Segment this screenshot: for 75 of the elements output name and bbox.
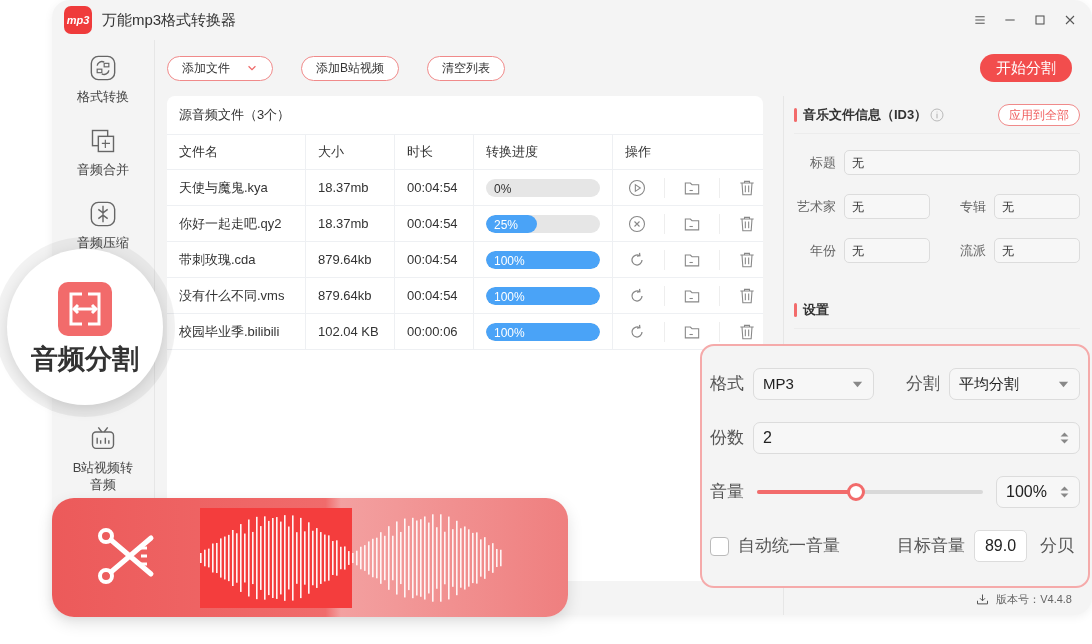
panel-title: 源音频文件（3个）: [178, 106, 292, 125]
field-label: 目标音量: [897, 535, 965, 558]
table-cell-text: 00:04:54: [407, 178, 458, 197]
field-label: 流派: [959, 241, 986, 260]
table-cell-text: 你好一起走吧.qy2: [179, 214, 282, 233]
table-cell-text: 18.37mb: [318, 214, 369, 233]
play-icon[interactable]: [627, 177, 647, 198]
sidebar-item[interactable]: 音频压缩: [65, 200, 141, 251]
column-header: 文件名: [179, 143, 218, 162]
number-field[interactable]: 89.0: [974, 530, 1027, 562]
field-label: 音量: [710, 481, 744, 504]
sidebar-item[interactable]: B站视频转音频: [65, 425, 141, 493]
field-label: 格式: [710, 373, 744, 396]
toolbar-button[interactable]: 添加B站视频: [301, 55, 399, 81]
table-cell-text: 18.37mb: [318, 178, 369, 197]
table-cell-text: 879.64kb: [318, 250, 372, 269]
sidebar-item[interactable]: 音频合并: [65, 127, 141, 178]
table-cell-text: 879.64kb: [318, 286, 372, 305]
compress-icon: [89, 200, 117, 228]
spinner-arrows-icon[interactable]: [1059, 430, 1070, 446]
table-cell-text: 00:00:06: [407, 322, 458, 341]
table-cell-text: 00:04:54: [407, 214, 458, 233]
progress-text: 0%: [493, 181, 513, 196]
text-field[interactable]: 无: [844, 238, 930, 263]
progress-text: 25%: [493, 217, 520, 232]
cancel-icon[interactable]: [627, 213, 647, 234]
progress-text: 100%: [493, 253, 526, 268]
table-cell-text: 00:04:54: [407, 250, 458, 269]
table-cell-text: 校园毕业季.bilibili: [179, 322, 280, 341]
convert-icon: [89, 54, 117, 82]
table-cell-text: 带刺玫瑰.cda: [179, 250, 256, 269]
split-icon: [58, 281, 112, 336]
table-cell-text: 天使与魔鬼.kya: [179, 178, 268, 197]
text-field[interactable]: 无: [994, 238, 1080, 263]
add-file-dropdown[interactable]: 添加文件: [167, 55, 273, 81]
slider-thumb[interactable]: [847, 483, 866, 501]
field-label: 年份: [809, 241, 836, 260]
version-label: 版本号：V4.4.8: [996, 591, 1072, 607]
field-label: 艺术家: [796, 197, 836, 216]
checkbox[interactable]: [710, 536, 729, 556]
field-label: 标题: [809, 153, 836, 172]
field-label: 份数: [710, 427, 744, 450]
table-cell-text: 102.04 KB: [318, 322, 379, 341]
number-field[interactable]: 100%: [996, 476, 1080, 508]
sidebar-item[interactable]: 音频分割: [7, 249, 163, 405]
field-label: 分割: [906, 373, 940, 396]
section-title: 设置: [803, 300, 829, 319]
app-logo: mp3: [64, 6, 92, 34]
column-header: 大小: [318, 143, 344, 162]
text-field[interactable]: 无: [994, 194, 1080, 219]
section-marker: [794, 302, 797, 317]
progress-text: 100%: [493, 289, 526, 304]
dropdown[interactable]: MP3: [753, 368, 874, 400]
start-button[interactable]: 开始分割: [980, 54, 1072, 82]
table-cell-text: 没有什么不同.vms: [179, 286, 285, 305]
table-cell-text: 00:04:54: [407, 286, 458, 305]
number-field[interactable]: 2: [753, 422, 1080, 454]
column-header: 时长: [407, 143, 433, 162]
section-marker: [794, 107, 797, 122]
column-header: 转换进度: [486, 143, 538, 162]
dropdown[interactable]: 平均分割: [949, 368, 1080, 400]
progress-text: 100%: [493, 325, 526, 340]
sidebar-item[interactable]: 格式转换: [65, 54, 141, 105]
spinner-arrows-icon[interactable]: [1059, 484, 1070, 500]
checkbox-label: 自动统一音量: [738, 535, 840, 558]
section-title: 音乐文件信息（ID3）: [803, 105, 928, 124]
text-field[interactable]: 无: [844, 194, 930, 219]
window-title: 万能mp3格式转换器: [102, 9, 237, 30]
toolbar-button[interactable]: 清空列表: [427, 55, 505, 81]
unit-label: 分贝: [1040, 535, 1074, 558]
merge-icon: [89, 127, 117, 155]
text-field[interactable]: 无: [844, 150, 1080, 175]
field-label: 专辑: [959, 197, 986, 216]
column-header: 操作: [625, 143, 651, 162]
maximize-icon[interactable]: [1032, 12, 1048, 28]
